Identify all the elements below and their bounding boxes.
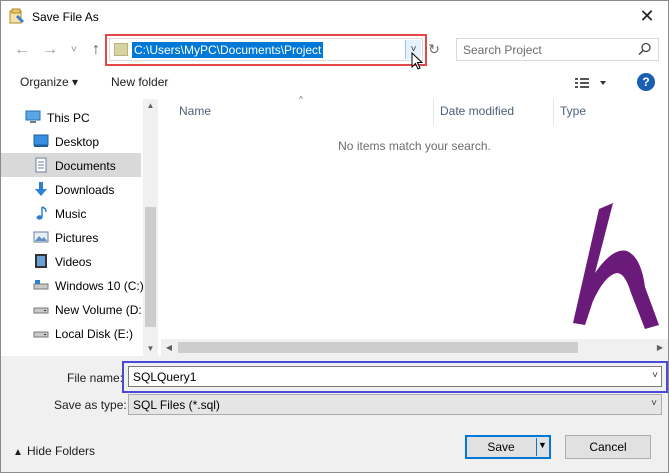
sidebar-item-downloads[interactable]: Downloads xyxy=(1,177,141,201)
save-options-panel: File name: ˅ Save as type: SQL Files (*.… xyxy=(1,356,668,472)
save-as-type-label: Save as type: xyxy=(54,398,127,412)
close-icon[interactable]: ✕ xyxy=(638,7,656,25)
sort-chevron-icon: ^ xyxy=(299,95,303,104)
column-divider xyxy=(433,99,434,125)
scroll-right-arrow-icon[interactable]: ▶ xyxy=(652,339,668,356)
cancel-button[interactable]: Cancel xyxy=(565,435,651,459)
column-divider xyxy=(553,99,554,125)
sidebar-item-local-disk[interactable]: Local Disk (E:) xyxy=(1,321,141,345)
sidebar-item-label: Desktop xyxy=(55,135,100,149)
music-icon xyxy=(36,206,47,220)
desktop-icon xyxy=(33,134,49,147)
sidebar-item-this-pc[interactable]: This PC xyxy=(1,105,141,129)
help-icon[interactable]: ? xyxy=(637,73,655,91)
scroll-up-arrow-icon[interactable]: ▲ xyxy=(143,99,158,113)
save-file-dialog: Save File As ✕ ← → ˅ ↑ C:\Users\MyPC\Doc… xyxy=(0,0,669,473)
sidebar-item-label: New Volume (D: xyxy=(55,303,142,317)
drive-icon xyxy=(33,307,49,314)
address-highlight-box xyxy=(105,34,427,66)
sidebar-item-new-volume[interactable]: New Volume (D: xyxy=(1,297,142,321)
file-list-horizontal-scrollbar[interactable]: ◀ ▶ xyxy=(161,339,668,356)
file-name-label: File name: xyxy=(67,371,124,385)
column-header-type[interactable]: Type xyxy=(560,104,586,118)
navigation-pane: This PC Desktop Documents Downloads Musi… xyxy=(1,99,143,356)
sidebar-item-label: Pictures xyxy=(55,231,99,245)
search-box[interactable] xyxy=(456,38,659,61)
videos-icon xyxy=(35,254,47,268)
refresh-icon[interactable]: ↻ xyxy=(426,41,442,57)
up-folder-arrow-icon[interactable]: ↑ xyxy=(87,41,105,59)
hide-folders-label: Hide Folders xyxy=(27,444,96,458)
sidebar-scrollbar[interactable]: ▲ ▼ xyxy=(143,99,158,356)
scroll-left-arrow-icon[interactable]: ◀ xyxy=(161,339,177,356)
view-options-icon[interactable] xyxy=(573,75,609,91)
save-as-type-value: SQL Files (*.sql) xyxy=(133,398,220,412)
save-dropdown-arrow-icon[interactable]: ▼ xyxy=(538,440,547,450)
hide-folders-button[interactable]: ▲ Hide Folders xyxy=(13,444,95,458)
sidebar-item-label: Documents xyxy=(55,159,116,173)
column-header-name[interactable]: Name xyxy=(179,104,211,118)
sidebar-item-label: Videos xyxy=(55,255,92,269)
sidebar-item-pictures[interactable]: Pictures xyxy=(1,225,141,249)
sidebar-item-windows-drive[interactable]: Windows 10 (C:) xyxy=(1,273,143,297)
sidebar-item-label: Local Disk (E:) xyxy=(55,327,134,341)
drive-icon xyxy=(33,280,49,290)
search-input[interactable] xyxy=(463,42,633,58)
window-title: Save File As xyxy=(32,10,99,24)
scrollbar-thumb[interactable] xyxy=(178,342,578,353)
sidebar-item-desktop[interactable]: Desktop xyxy=(1,129,141,153)
navigation-bar: ← → ˅ ↑ C:\Users\MyPC\Documents\Project … xyxy=(1,33,668,67)
h-logo-icon xyxy=(573,203,659,329)
pc-icon xyxy=(25,110,41,123)
title-bar: Save File As ✕ xyxy=(1,1,668,33)
new-folder-button[interactable]: New folder xyxy=(111,75,168,89)
forward-arrow-icon[interactable]: → xyxy=(41,41,59,59)
downloads-icon xyxy=(35,182,47,196)
search-icon[interactable] xyxy=(638,42,652,56)
sidebar-item-videos[interactable]: Videos xyxy=(1,249,141,273)
pictures-icon xyxy=(33,231,49,243)
save-button[interactable]: Save ▼ xyxy=(465,435,551,459)
save-app-icon xyxy=(9,8,24,24)
column-header-date-modified[interactable]: Date modified xyxy=(440,104,514,118)
sidebar-item-music[interactable]: Music xyxy=(1,201,141,225)
split-divider xyxy=(536,438,537,456)
save-as-type-dropdown-chevron-icon[interactable]: ˅ xyxy=(651,398,657,409)
sidebar-item-label: Windows 10 (C:) xyxy=(55,279,143,293)
sidebar-item-label: Music xyxy=(55,207,87,221)
scroll-down-arrow-icon[interactable]: ▼ xyxy=(143,342,158,356)
scrollbar-thumb[interactable] xyxy=(145,207,156,327)
chevron-up-icon: ▲ xyxy=(13,447,23,458)
empty-message: No items match your search. xyxy=(338,139,491,153)
sidebar-item-documents[interactable]: Documents xyxy=(1,153,141,177)
documents-icon xyxy=(35,157,47,173)
toolbar: Organize ▾ New folder ? xyxy=(1,67,668,99)
organize-button[interactable]: Organize ▾ xyxy=(20,75,78,89)
drive-icon xyxy=(33,331,49,338)
save-as-type-select[interactable]: SQL Files (*.sql) ˅ xyxy=(128,394,662,415)
file-name-highlight-box xyxy=(122,361,668,393)
sidebar-item-label: Downloads xyxy=(55,183,115,197)
recent-locations-chevron-icon[interactable]: ˅ xyxy=(65,41,83,59)
save-button-label: Save xyxy=(487,440,515,454)
sidebar-item-label: This PC xyxy=(47,111,90,125)
back-arrow-icon[interactable]: ← xyxy=(13,41,31,59)
